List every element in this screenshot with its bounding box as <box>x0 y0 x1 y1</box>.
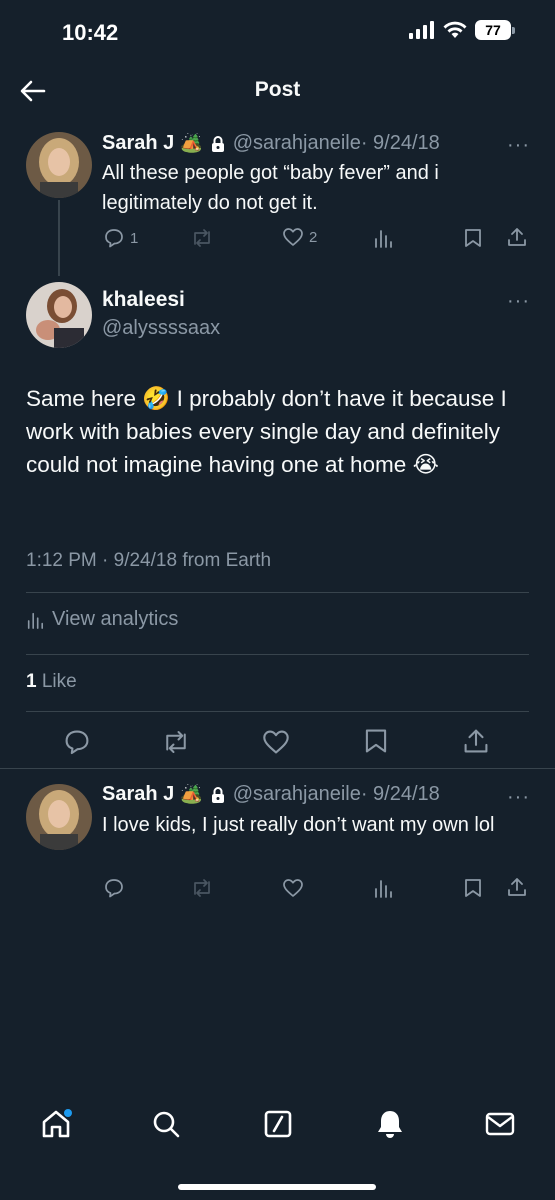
tab-home[interactable] <box>36 1104 76 1144</box>
search-icon <box>153 1111 180 1138</box>
analytics-icon <box>27 612 44 629</box>
reply-button[interactable]: 1 <box>104 228 138 248</box>
retweet-button[interactable] <box>190 228 214 248</box>
battery-icon: 77 <box>475 20 515 40</box>
like-button[interactable] <box>283 879 303 897</box>
share-button[interactable] <box>507 227 527 247</box>
more-options-icon[interactable]: ··· <box>507 134 530 157</box>
reply-button[interactable] <box>64 729 90 755</box>
divider <box>26 654 529 655</box>
author-name[interactable]: Sarah J <box>102 132 174 155</box>
reply-icon <box>105 229 123 248</box>
share-icon <box>464 729 488 753</box>
likes-count: 1 <box>26 671 37 692</box>
more-options-icon[interactable]: ··· <box>507 786 530 809</box>
name-emoji: 🏕️ <box>180 784 203 804</box>
tweet-text: I love kids, I just really don’t want my… <box>102 814 495 836</box>
bookmark-button[interactable] <box>464 878 482 898</box>
bookmark-icon <box>365 729 387 753</box>
view-analytics-link[interactable]: View analytics <box>26 608 178 631</box>
author-handle[interactable]: @sarahjaneile <box>233 783 361 806</box>
share-button[interactable] <box>463 728 489 754</box>
like-button[interactable]: 2 <box>283 228 317 246</box>
tweet-text: All these people got “baby fever” and i … <box>102 162 439 214</box>
share-button[interactable] <box>507 877 527 897</box>
heart-icon <box>283 228 303 246</box>
thread-line <box>58 200 60 276</box>
bookmark-button[interactable] <box>464 228 482 248</box>
bookmark-icon <box>465 229 481 247</box>
analytics-icon <box>375 230 392 248</box>
tab-notifications[interactable] <box>370 1104 410 1144</box>
view-analytics-label: View analytics <box>52 608 179 630</box>
bookmark-icon <box>465 879 481 897</box>
tweet-timestamp: 1:12 PM · 9/24/18 from Earth <box>26 550 272 571</box>
likes-label: Like <box>41 671 77 692</box>
analytics-button[interactable] <box>373 878 393 898</box>
like-button[interactable] <box>263 730 289 754</box>
reply-count: 1 <box>130 229 139 247</box>
share-icon <box>508 878 526 896</box>
home-indicator <box>178 1184 376 1190</box>
status-time: 10:42 <box>62 20 119 45</box>
reply-icon <box>65 730 89 755</box>
tweet-text: Same here 🤣 I probably don’t have it bec… <box>26 386 507 477</box>
retweet-button[interactable] <box>161 729 191 755</box>
divider <box>0 768 555 769</box>
tab-messages[interactable] <box>480 1104 520 1144</box>
tweet-date: · 9/24/18 <box>360 783 440 805</box>
reply-icon <box>105 879 123 898</box>
notifications-icon <box>378 1111 402 1138</box>
author-handle[interactable]: @alyssssaax <box>102 317 220 340</box>
retweet-icon <box>194 229 210 247</box>
tweet-header: Sarah J 🏕️ @sarahjaneile · 9/24/18 <box>102 132 440 155</box>
wifi-icon <box>443 21 467 38</box>
likes-summary[interactable]: 1 Like <box>26 671 77 693</box>
author-name[interactable]: Sarah J <box>102 783 174 806</box>
analytics-button[interactable] <box>373 228 393 248</box>
lock-icon <box>211 135 224 152</box>
tweet-date: · 9/24/18 <box>360 132 440 154</box>
retweet-icon <box>166 731 186 753</box>
author-name[interactable]: khaleesi <box>102 288 185 312</box>
avatar[interactable] <box>26 282 92 348</box>
home-icon <box>42 1109 72 1138</box>
retweet-icon <box>194 879 210 897</box>
tweet-header: Sarah J 🏕️ @sarahjaneile · 9/24/18 <box>102 783 440 806</box>
bookmark-button[interactable] <box>364 728 388 754</box>
tab-grok[interactable] <box>258 1104 298 1144</box>
divider <box>26 592 529 593</box>
status-icons: 77 <box>409 20 515 40</box>
grok-icon <box>264 1110 292 1138</box>
messages-icon <box>485 1112 515 1136</box>
lock-icon <box>211 786 224 803</box>
page-title: Post <box>254 78 301 101</box>
heart-icon <box>283 879 303 897</box>
avatar[interactable] <box>26 132 92 198</box>
author-handle[interactable]: @sarahjaneile <box>233 132 361 155</box>
avatar[interactable] <box>26 784 92 850</box>
share-icon <box>508 228 526 246</box>
like-count: 2 <box>309 228 318 246</box>
more-options-icon[interactable]: ··· <box>507 290 530 313</box>
retweet-button[interactable] <box>190 878 214 898</box>
reply-button[interactable] <box>104 878 124 898</box>
analytics-icon <box>375 880 392 898</box>
cellular-signal-icon <box>409 21 434 39</box>
tab-search[interactable] <box>146 1104 186 1144</box>
heart-icon <box>263 730 289 754</box>
name-emoji: 🏕️ <box>180 133 203 153</box>
divider <box>26 711 529 712</box>
